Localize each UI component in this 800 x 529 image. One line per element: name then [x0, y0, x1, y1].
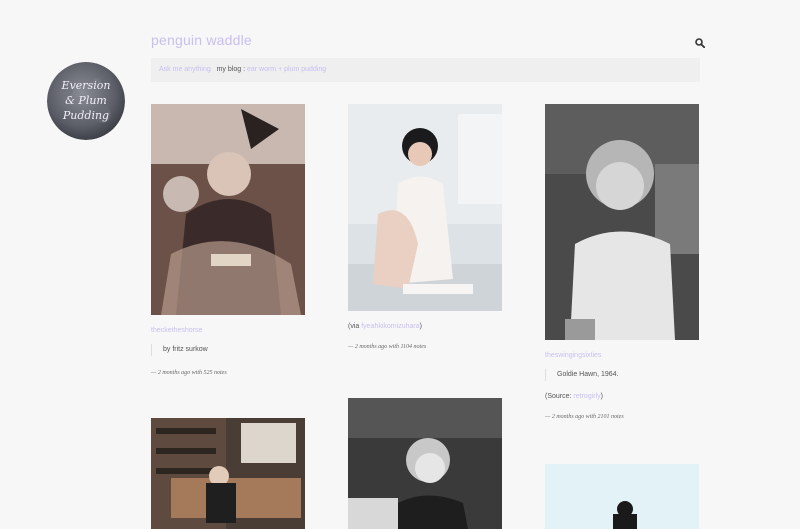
svg-text:Pudding: Pudding: [62, 109, 109, 122]
post-3: theswingingsixties Goldie Hawn, 1964. (S…: [545, 104, 699, 420]
source-suffix: ): [600, 393, 603, 400]
post-photo-6[interactable]: [545, 464, 699, 529]
source-prefix: (Source:: [545, 393, 572, 400]
via-link[interactable]: fyeahkikomizuhara: [361, 323, 419, 330]
via-prefix: (via: [348, 323, 360, 330]
post-source[interactable]: thecketheshorse: [151, 327, 305, 334]
post-1: thecketheshorse by fritz surkow — 2 mont…: [151, 104, 305, 376]
ask-link[interactable]: Ask me anything: [159, 66, 211, 73]
post-source-line: (Source: retrogirly): [545, 393, 699, 400]
nav-separator: :: [243, 66, 246, 73]
post-photo-5[interactable]: [348, 398, 502, 529]
post-photo[interactable]: [545, 104, 699, 340]
post-meta[interactable]: — 2 months ago with 525 notes: [151, 370, 305, 376]
post-photo-4[interactable]: [151, 418, 305, 529]
post-photo[interactable]: [348, 104, 502, 311]
svg-text:Eversion: Eversion: [61, 79, 111, 92]
avatar[interactable]: Eversion & Plum Pudding: [47, 62, 125, 140]
blog-title[interactable]: penguin waddle: [151, 32, 252, 48]
nav-bar: Ask me anything my blog : ear worm + plu…: [151, 58, 700, 82]
post-caption: Goldie Hawn, 1964.: [545, 369, 699, 381]
via-suffix: ): [419, 323, 422, 330]
post-via: (via fyeahkikomizuhara): [348, 323, 502, 330]
source-link[interactable]: retrogirly: [573, 393, 600, 400]
post-meta[interactable]: — 2 months ago with 2101 notes: [545, 414, 699, 420]
blog-link[interactable]: ear worm + plum pudding: [247, 66, 326, 73]
search-icon[interactable]: [695, 38, 705, 48]
post-caption: by fritz surkow: [151, 344, 305, 356]
post-photo[interactable]: [151, 104, 305, 315]
post-source[interactable]: theswingingsixties: [545, 352, 699, 359]
post-2: (via fyeahkikomizuhara) — 2 months ago w…: [348, 104, 502, 350]
post-meta[interactable]: — 2 months ago with 1104 notes: [348, 344, 502, 350]
svg-text:& Plum: & Plum: [65, 94, 107, 107]
my-blog-label: my blog: [216, 66, 242, 73]
